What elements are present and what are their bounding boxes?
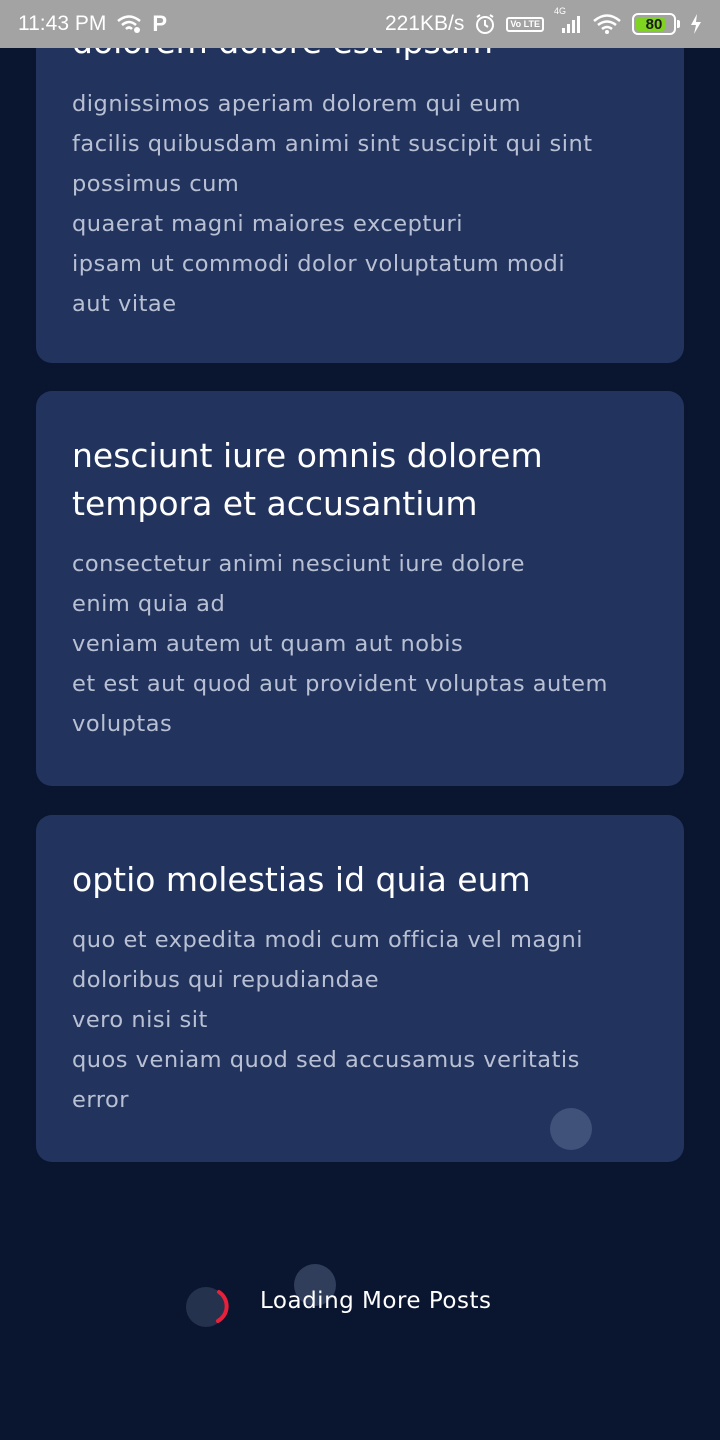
touch-ripple [550, 1108, 592, 1150]
post-title: optio molestias id quia eum [72, 860, 531, 899]
wifi-hotspot-icon [116, 14, 142, 34]
post-card[interactable]: nesciunt iure omnis dolorem tempora et a… [36, 391, 684, 786]
alarm-icon [474, 13, 496, 35]
battery-level: 80 [645, 15, 663, 33]
loading-spinner-icon [186, 1287, 229, 1327]
status-time: 11:43 PM [18, 12, 107, 35]
signal-icon: 4G [554, 6, 582, 34]
post-title: nesciunt iure omnis dolorem tempora et a… [72, 436, 543, 523]
p-app-icon: P [152, 11, 168, 36]
battery-icon: 80 [632, 13, 680, 35]
post-card[interactable]: optio molestias id quia eum quo et exped… [36, 815, 684, 1162]
network-type: 4G [554, 6, 567, 16]
loading-label: Loading More Posts [260, 1288, 492, 1314]
network-speed: 221KB/s [384, 12, 465, 35]
post-body: consectetur animi nesciunt iure dolore e… [72, 551, 608, 737]
charging-icon [690, 14, 702, 34]
post-card[interactable]: dolorem dolore est ipsam dignissimos ape… [36, 0, 684, 363]
status-bar: 11:43 PM P 221KB/s Vo LTE 4G 80 [0, 0, 720, 48]
loading-more-indicator: Loading More Posts [0, 1280, 720, 1330]
app-screen: dolorem dolore est ipsam dignissimos ape… [0, 0, 720, 1440]
post-body: quo et expedita modi cum officia vel mag… [72, 927, 584, 1113]
post-body: dignissimos aperiam dolorem qui eum faci… [72, 91, 593, 317]
wifi-icon [592, 13, 622, 35]
volte-icon: Vo LTE [506, 16, 544, 32]
